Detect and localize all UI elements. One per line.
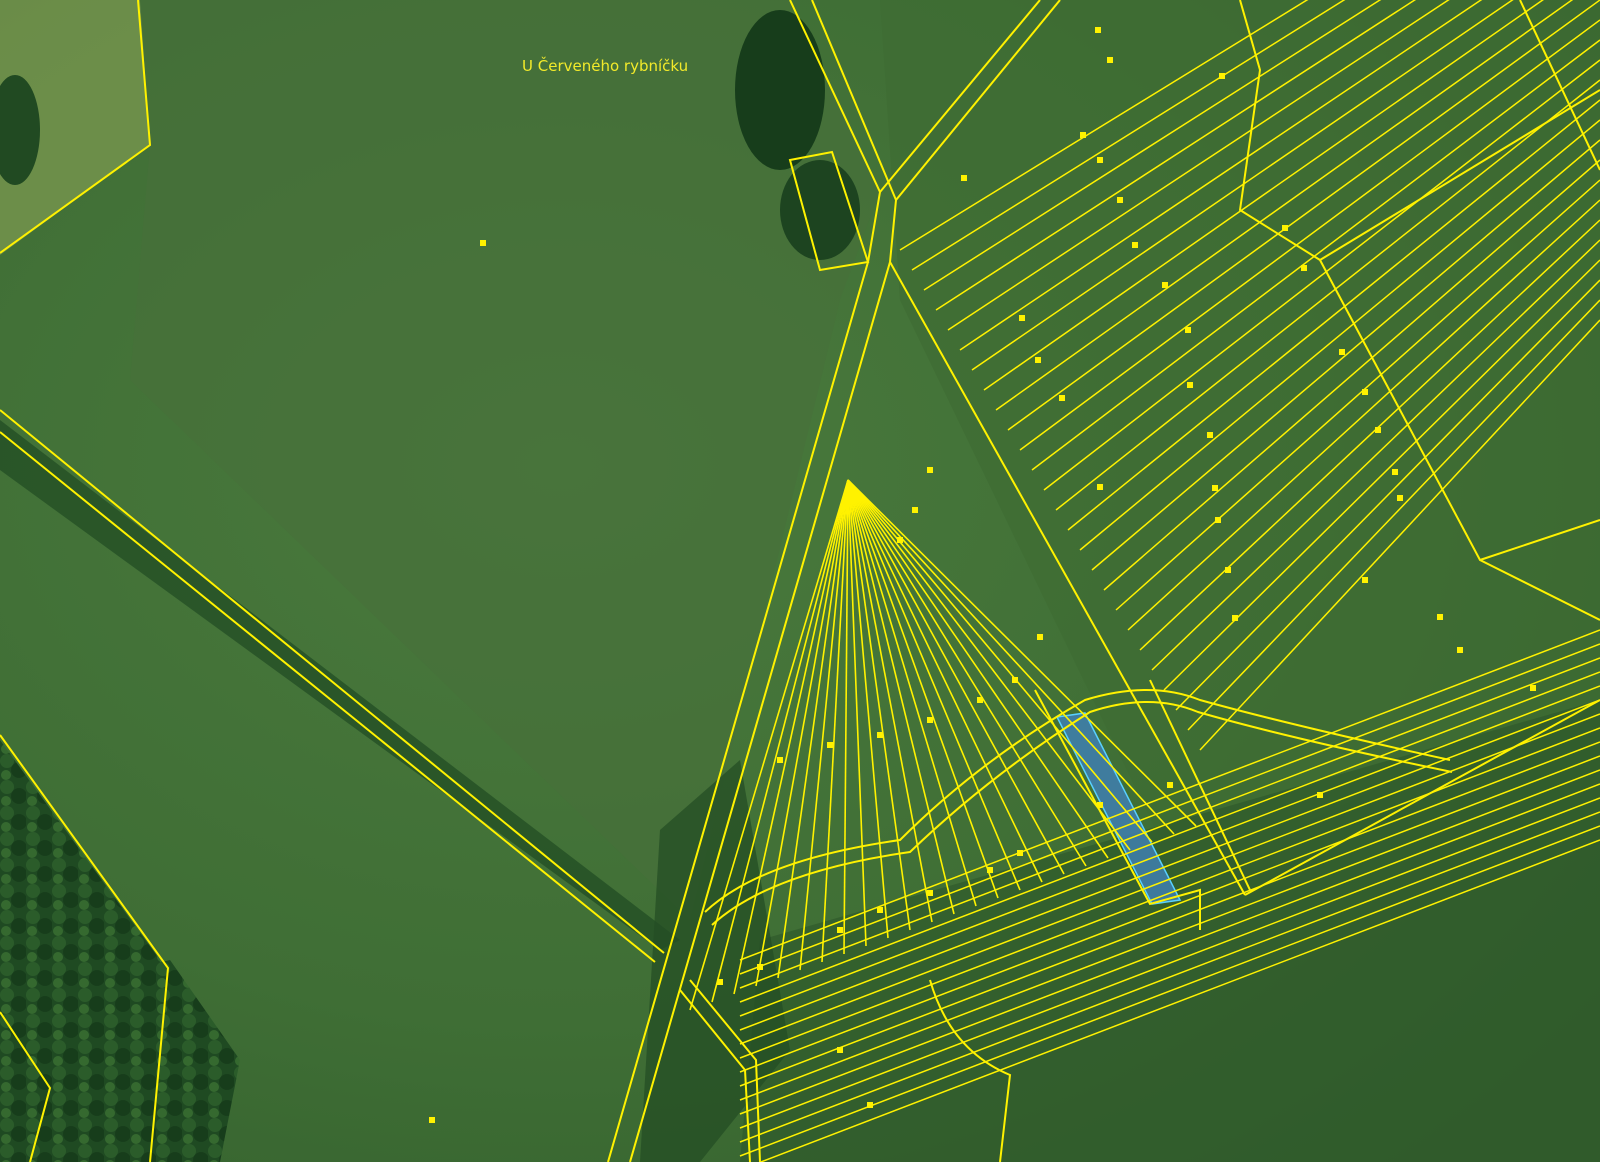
- parcel-marker: [1095, 27, 1101, 33]
- parcel-marker: [1080, 132, 1086, 138]
- parcel-marker: [480, 240, 486, 246]
- locality-label: U Červeného rybníčku: [522, 57, 689, 75]
- parcel-marker: [1019, 315, 1025, 321]
- parcel-marker: [429, 1117, 435, 1123]
- parcel-marker: [877, 907, 883, 913]
- parcel-marker: [1457, 647, 1463, 653]
- parcel-marker: [1012, 677, 1018, 683]
- parcel-marker: [1162, 282, 1168, 288]
- parcel-marker: [717, 979, 723, 985]
- parcel-marker: [977, 697, 983, 703]
- parcel-marker: [897, 537, 903, 543]
- parcel-marker: [1225, 567, 1231, 573]
- parcel-marker: [927, 467, 933, 473]
- cadastral-map[interactable]: [0, 0, 1600, 1162]
- parcel-marker: [1362, 577, 1368, 583]
- parcel-marker: [1397, 495, 1403, 501]
- parcel-marker: [1035, 357, 1041, 363]
- parcel-marker: [987, 867, 993, 873]
- parcel-marker: [927, 717, 933, 723]
- parcel-marker: [1097, 157, 1103, 163]
- parcel-marker: [1392, 469, 1398, 475]
- parcel-marker: [837, 927, 843, 933]
- parcel-marker: [1187, 382, 1193, 388]
- parcel-marker: [927, 890, 933, 896]
- parcel-marker: [1282, 225, 1288, 231]
- parcel-marker: [1167, 782, 1173, 788]
- parcel-marker: [757, 964, 763, 970]
- parcel-marker: [867, 1102, 873, 1108]
- parcel-marker: [1215, 517, 1221, 523]
- parcel-marker: [827, 742, 833, 748]
- parcel-marker: [1339, 349, 1345, 355]
- parcel-marker: [1097, 484, 1103, 490]
- parcel-marker: [1097, 802, 1103, 808]
- parcel-marker: [1219, 73, 1225, 79]
- parcel-marker: [1301, 265, 1307, 271]
- parcel-marker: [1117, 197, 1123, 203]
- parcel-marker: [1107, 57, 1113, 63]
- parcel-marker: [777, 757, 783, 763]
- parcel-marker: [1232, 615, 1238, 621]
- parcel-marker: [1317, 792, 1323, 798]
- parcel-marker: [961, 175, 967, 181]
- parcel-marker: [1132, 242, 1138, 248]
- parcel-marker: [1037, 634, 1043, 640]
- parcel-marker: [1437, 614, 1443, 620]
- parcel-marker: [1362, 389, 1368, 395]
- parcel-marker: [912, 507, 918, 513]
- parcel-marker: [837, 1047, 843, 1053]
- parcel-marker: [1375, 427, 1381, 433]
- parcel-marker: [877, 732, 883, 738]
- parcel-marker: [1059, 395, 1065, 401]
- parcel-marker: [1185, 327, 1191, 333]
- parcel-marker: [1017, 850, 1023, 856]
- parcel-marker: [1207, 432, 1213, 438]
- parcel-marker: [1530, 685, 1536, 691]
- parcel-marker: [1212, 485, 1218, 491]
